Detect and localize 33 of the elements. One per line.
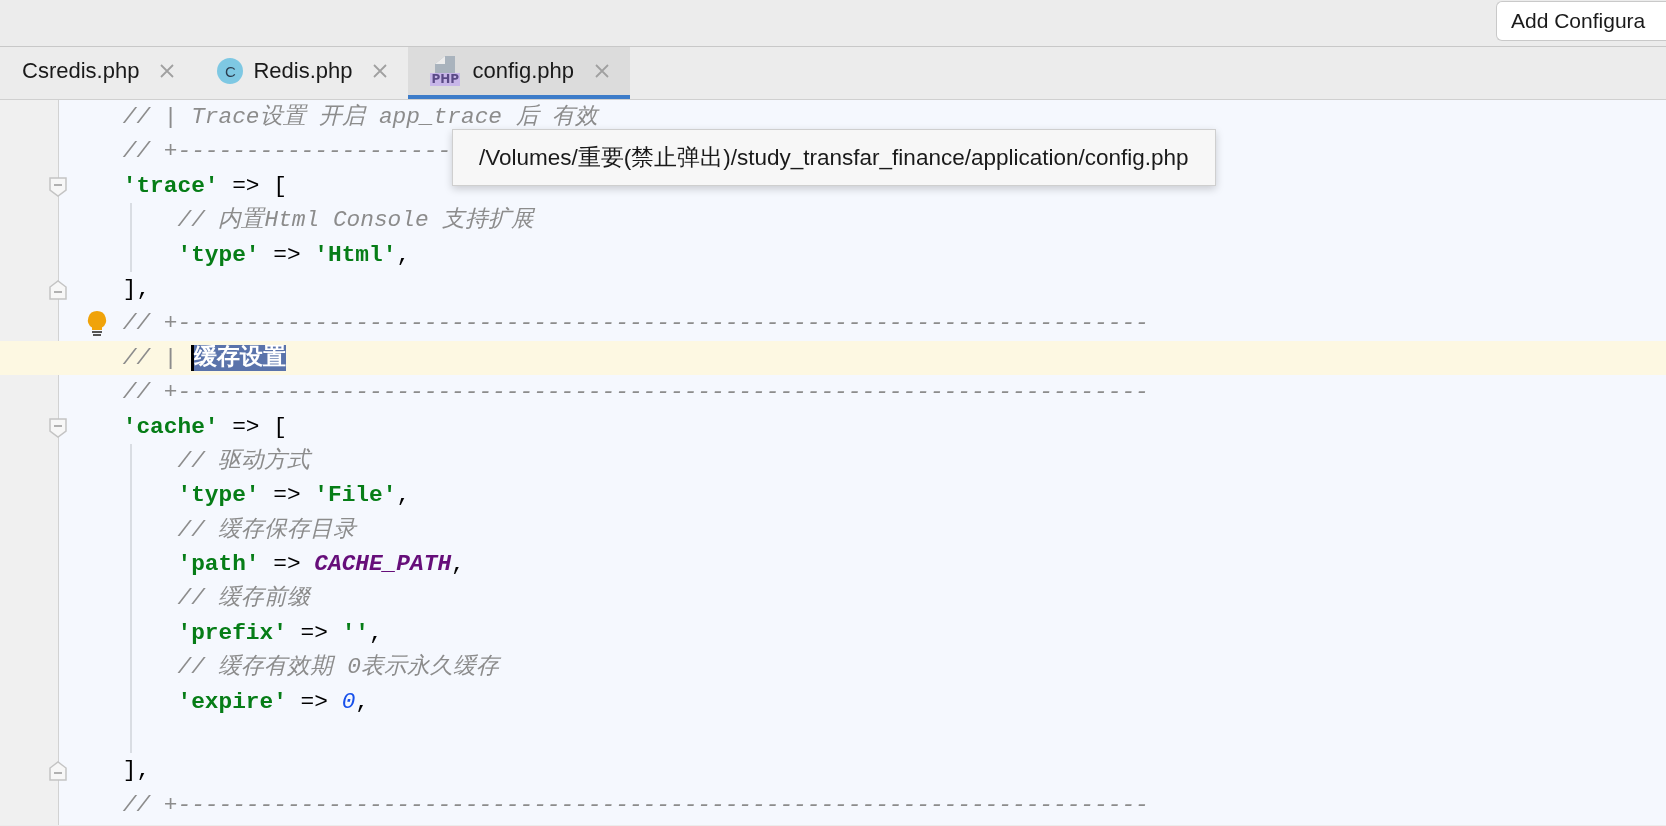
close-icon[interactable] [372,63,389,79]
code-comment: // +----------------------------------------------------------------------- [122,790,1149,820]
lightbulb-icon[interactable] [86,310,108,339]
close-icon[interactable] [159,63,176,79]
code-comment: // 内置Html Console 支持扩展 [177,206,535,236]
code-comment: // 缓存前缀 [177,584,311,614]
fold-icon[interactable] [49,176,67,197]
path-tooltip: /Volumes/重要(禁止弹出)/study_transfar_finance/application/config.php [452,129,1216,186]
class-icon: C [217,58,244,84]
code-comment: // 缓存保存目录 [177,515,357,545]
close-icon[interactable] [594,63,610,79]
fold-icon[interactable] [49,417,67,438]
code-line: 'cache' => [ [122,412,287,442]
code-line: 'prefix' => '', [177,618,383,648]
fold-icon[interactable] [49,761,67,782]
code-line: 'trace' => [ [122,171,287,201]
editor-tab[interactable]: C Redis.php [195,47,409,99]
add-configuration-button[interactable]: Add Configura [1496,1,1666,41]
code-comment: // +----------------------------------------------------------------------- [122,309,1149,339]
code-comment: // 驱动方式 [177,446,311,476]
editor-tab[interactable]: Csredis.php [0,47,196,99]
code-line: // | 缓存设置 [122,343,287,373]
code-comment: // 缓存有效期 0表示永久缓存 [177,653,499,683]
editor-tab[interactable]: PHP config.php [408,47,630,99]
code-line: 'path' => CACHE_PATH, [177,550,465,580]
code-comment: // +-------------------- [122,137,452,167]
code-line: 'type' => 'File', [177,481,411,511]
code-comment: // +----------------------------------------------------------------------- [122,378,1149,408]
code-line: 'type' => 'Html', [177,240,411,270]
code-line: ], [122,756,151,786]
code-line: ], [122,274,151,304]
code-line: 'expire' => 0, [177,687,369,717]
code-comment: // | Trace设置 开启 app_trace 后 有效 [122,103,599,132]
